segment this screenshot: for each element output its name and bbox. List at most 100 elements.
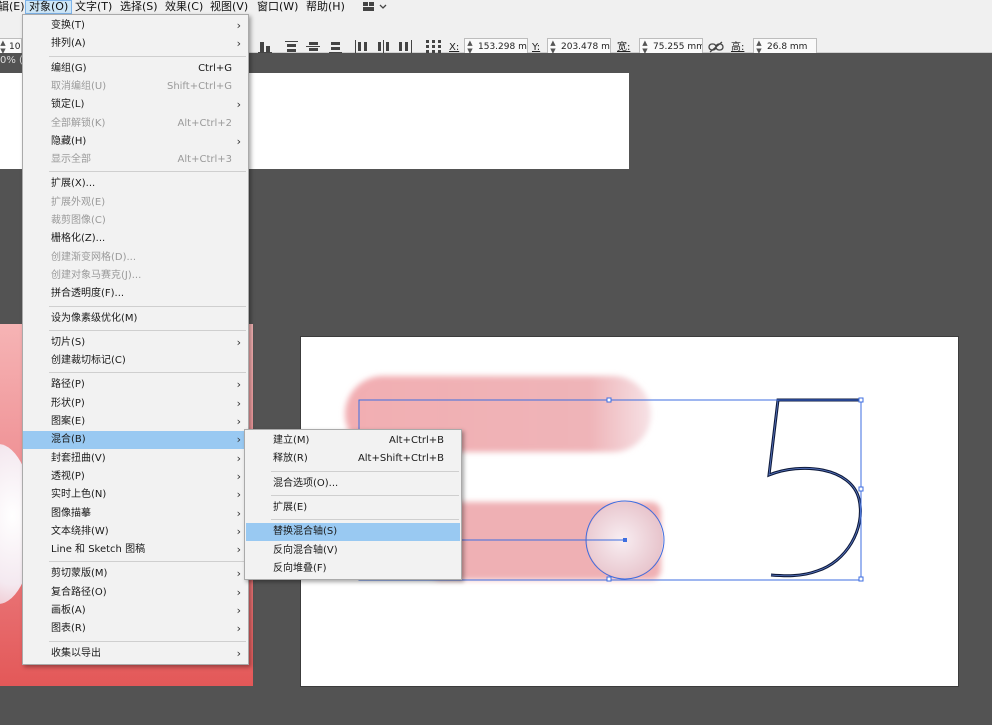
menu-separator [49,305,246,307]
object-menu-item-30[interactable]: 画板(A) › [23,602,248,620]
submenu-arrow-icon: › [236,646,241,660]
object-menu-item-23[interactable]: 透视(P) › [23,468,248,486]
menubar-item-5[interactable]: 视图(V) [210,0,248,14]
menu-item-label: 反向堆叠(F) [273,562,327,574]
align-middle-distribute-icon[interactable] [306,40,322,54]
menu-item-label: 替换混合轴(S) [273,526,338,538]
blend-submenu-item-3[interactable]: 扩展(E) [246,499,460,517]
menu-item-shortcut: Shift+Ctrl+G [166,80,232,92]
menu-item-label: 扩展外观(E) [51,196,106,208]
menu-item-shortcut: Alt+Ctrl+B [389,435,444,446]
menu-separator [271,470,459,472]
submenu-arrow-icon: › [236,98,241,112]
submenu-arrow-icon: › [236,524,241,538]
menu-item-label: 拼合透明度(F)... [51,288,125,300]
align-bottom-icon[interactable] [258,40,274,54]
menu-item-label: 图表(R) [51,623,86,635]
blend-submenu: 建立(M) Alt+Ctrl+B 释放(R) Alt+Shift+Ctrl+B 混合选项… [244,429,462,580]
menu-separator [49,55,246,57]
object-menu-item-21[interactable]: 混合(B) › [23,431,248,450]
menu-item-label: 显示全部 [51,154,91,166]
submenu-arrow-icon: › [236,506,241,520]
object-menu-item-19[interactable]: 形状(P) › [23,395,248,413]
blend-submenu-item-2[interactable]: 混合选项(O)... [246,475,460,493]
menu-bar: 辑(E) 对象(O) 文字(T) 选择(S) 效果(C) 视图(V) 窗口(W) 帮助(H) [0,0,992,14]
align-top-distribute-icon[interactable] [284,40,300,54]
menubar-item-1[interactable]: 对象(O) [25,0,73,14]
object-menu-item-29[interactable]: 复合路径(O) › [23,584,248,602]
object-menu-item-5[interactable]: 全部解锁(K) Alt+Ctrl+2 [23,115,248,133]
object-menu-item-22[interactable]: 封套扭曲(V) › [23,450,248,468]
menu-separator [271,519,459,521]
object-menu-item-25[interactable]: 图像描摹 › [23,505,248,523]
menu-item-label: 反向混合轴(V) [273,544,338,556]
submenu-arrow-icon: › [236,543,241,557]
menubar-item-6[interactable]: 窗口(W) [257,0,298,14]
blend-submenu-item-0[interactable]: 建立(M) Alt+Ctrl+B [246,432,460,450]
object-menu-item-2[interactable]: 编组(G) Ctrl+G [23,60,248,78]
object-menu-item-10[interactable]: 裁剪图像(C) [23,212,248,230]
menu-item-label: 创建渐变网格(D)... [51,251,137,263]
submenu-arrow-icon: › [236,378,241,392]
object-menu-item-6[interactable]: 隐藏(H) › [23,133,248,151]
blend-submenu-item-4[interactable]: 替换混合轴(S) [246,523,460,542]
submenu-arrow-icon: › [236,488,241,502]
menu-item-label: 混合选项(O)... [273,477,339,489]
object-menu-item-20[interactable]: 图案(E) › [23,413,248,431]
object-menu-item-4[interactable]: 锁定(L) › [23,96,248,114]
menu-separator [49,640,246,642]
menu-item-label: 路径(P) [51,379,85,391]
submenu-arrow-icon: › [236,567,241,581]
object-menu-item-27[interactable]: Line 和 Sketch 图稿 › [23,541,248,559]
menu-separator [49,561,246,563]
menu-item-label: 封套扭曲(V) [51,452,106,464]
menu-item-label: 创建对象马赛克(J)... [51,269,142,281]
object-menu-item-24[interactable]: 实时上色(N) › [23,486,248,504]
submenu-arrow-icon: › [236,451,241,465]
blend-submenu-item-6[interactable]: 反向堆叠(F) [246,560,460,578]
workspace-switcher-icon[interactable] [362,0,388,14]
distribute-center-icon[interactable] [376,40,392,54]
object-menu-item-9[interactable]: 扩展外观(E) [23,194,248,212]
menu-item-shortcut: Alt+Ctrl+2 [177,117,232,129]
align-bottom-distribute-icon[interactable] [328,40,344,54]
menubar-item-4[interactable]: 效果(C) [165,0,203,14]
object-menu-item-0[interactable]: 变换(T) › [23,17,248,35]
menu-separator [49,171,246,173]
submenu-arrow-icon: › [236,622,241,636]
submenu-arrow-icon: › [236,37,241,51]
object-menu-item-18[interactable]: 路径(P) › [23,376,248,394]
object-menu-item-15[interactable]: 设为像素级优化(M) [23,310,248,328]
object-menu-item-7[interactable]: 显示全部 Alt+Ctrl+3 [23,151,248,169]
menubar-item-7[interactable]: 帮助(H) [306,0,345,14]
menubar-item-0[interactable]: 辑(E) [0,0,25,14]
object-menu-item-14[interactable]: 拼合透明度(F)... [23,285,248,303]
object-menu-item-28[interactable]: 剪切蒙版(M) › [23,565,248,583]
distribute-left-icon[interactable] [354,40,370,54]
menu-separator [49,372,246,374]
menu-item-label: 画板(A) [51,605,86,616]
menu-item-label: 创建裁切标记(C) [51,355,126,367]
submenu-arrow-icon: › [236,134,241,148]
menu-item-label: 切片(S) [51,336,86,348]
object-menu-item-12[interactable]: 创建渐变网格(D)... [23,249,248,267]
object-menu-item-3[interactable]: 取消编组(U) Shift+Ctrl+G [23,78,248,96]
object-menu-item-1[interactable]: 排列(A) › [23,35,248,53]
menu-item-label: 剪切蒙版(M) [51,568,108,580]
blend-submenu-item-1[interactable]: 释放(R) Alt+Shift+Ctrl+B [246,450,460,468]
object-menu-item-8[interactable]: 扩展(X)... [23,175,248,193]
object-menu-item-16[interactable]: 切片(S) › [23,334,248,352]
object-menu-item-17[interactable]: 创建裁切标记(C) [23,352,248,370]
menu-item-shortcut: Alt+Ctrl+3 [177,154,232,166]
menubar-item-2[interactable]: 文字(T) [75,0,112,14]
object-menu-item-32[interactable]: 收集以导出 › [23,645,248,663]
reference-point-icon[interactable] [426,40,442,54]
object-menu-item-13[interactable]: 创建对象马赛克(J)... [23,267,248,285]
object-menu-item-26[interactable]: 文本绕排(W) › [23,523,248,541]
menu-item-label: 混合(B) [51,434,86,446]
blend-submenu-item-5[interactable]: 反向混合轴(V) [246,542,460,560]
object-menu-item-31[interactable]: 图表(R) › [23,620,248,638]
object-menu-item-11[interactable]: 栅格化(Z)... [23,230,248,248]
menubar-item-3[interactable]: 选择(S) [120,0,158,14]
distribute-right-icon[interactable] [398,40,414,54]
